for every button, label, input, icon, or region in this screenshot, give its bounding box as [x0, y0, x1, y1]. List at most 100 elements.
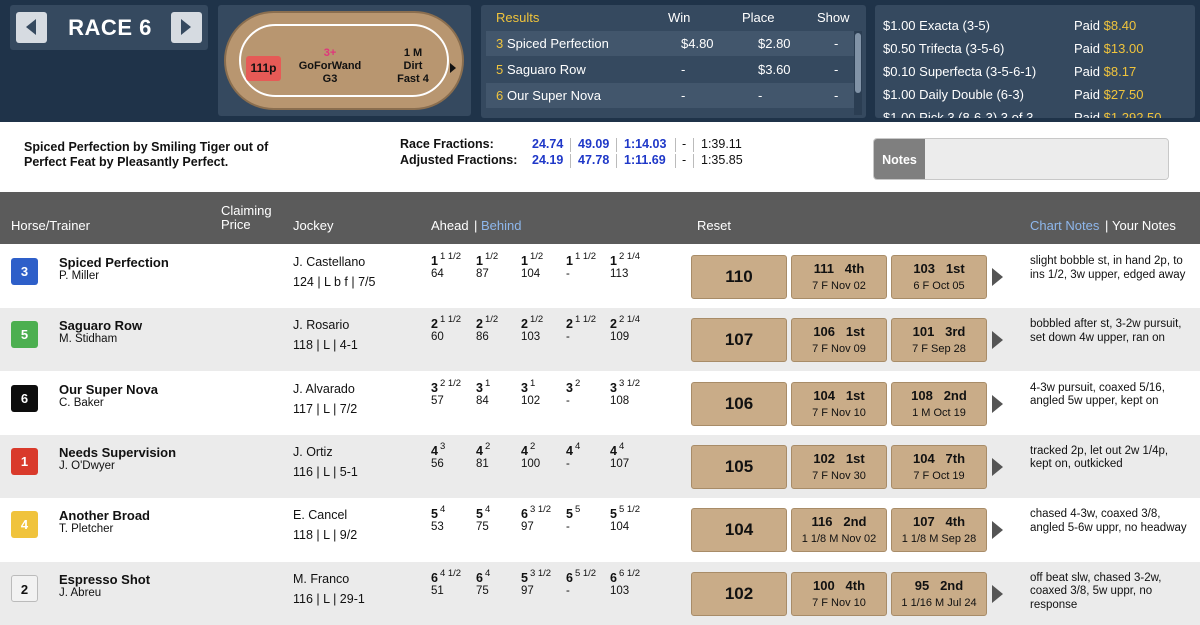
prev-figure-finish: 116 2nd	[811, 514, 867, 530]
results-scrollbar[interactable]	[854, 31, 862, 115]
trainer-name: M. Stidham	[59, 333, 118, 346]
call-pos: 3	[431, 380, 438, 395]
speed-figure-button[interactable]: 110	[691, 255, 787, 299]
expand-arrow-icon[interactable]	[992, 331, 1003, 350]
result-show: -	[834, 62, 839, 77]
weight-meds-odds: 118 | L | 4-1	[293, 338, 358, 353]
call-pos: 6	[566, 570, 573, 585]
call-margin: 1 1/2	[574, 251, 597, 262]
call-pos: 3	[566, 380, 573, 395]
call-margin: 4	[484, 504, 491, 516]
chart-note: slight bobble st, in hand 2p, to ins 1/2…	[1030, 255, 1186, 281]
call-pos: 4	[566, 443, 573, 458]
horse-name[interactable]: Our Super Nova	[59, 382, 158, 397]
speed-figure-button[interactable]: 104	[691, 508, 787, 553]
expand-arrow-icon[interactable]	[992, 394, 1003, 413]
expand-arrow-icon[interactable]	[992, 521, 1003, 540]
horse-name[interactable]: Spiced Perfection	[59, 255, 169, 270]
previous-race-figure[interactable]: 95 2nd 1 1/16 M Jul 24	[891, 571, 987, 616]
notes-input[interactable]	[925, 139, 1168, 179]
call-pos: 6	[476, 570, 483, 585]
exotic-label: $1.00 Daily Double (6-3)	[883, 87, 1024, 102]
previous-race-figure[interactable]: 103 1st 6 F Oct 05	[891, 255, 987, 299]
call-margin: 1/2	[484, 251, 499, 262]
previous-race-figure[interactable]: 116 2nd 1 1/8 M Nov 02	[791, 508, 887, 553]
track-oval-icon: 111p 3+ GoForWand G3 1 M Dirt Fast 4	[224, 11, 464, 110]
result-win: -	[681, 88, 686, 103]
payout-amount: $1,292.50	[1103, 110, 1162, 118]
weight-meds-odds: 124 | L b f | 7/5	[293, 275, 376, 289]
ahead-toggle[interactable]: Ahead	[431, 218, 469, 233]
call-position: 55 1/2 104	[610, 504, 680, 534]
speed-figure-button[interactable]: 102	[691, 571, 787, 616]
next-race-button[interactable]	[171, 12, 202, 43]
weight-meds-odds: 116 | L | 5-1	[293, 464, 358, 479]
horse-name[interactable]: Needs Supervision	[59, 445, 176, 460]
result-horse: Our Super Nova	[507, 88, 601, 103]
expand-arrow-icon[interactable]	[992, 584, 1003, 603]
previous-race-figure[interactable]: 108 2nd 1 M Oct 19	[891, 381, 987, 426]
previous-race-figure[interactable]: 102 1st 7 F Nov 30	[791, 444, 887, 489]
previous-race-figure[interactable]: 106 1st 7 F Nov 09	[791, 318, 887, 363]
trainer-name: J. Abreu	[59, 586, 102, 599]
call-pos: 3	[476, 380, 483, 395]
call-pos: 4	[521, 443, 528, 458]
results-scrollbar-thumb[interactable]	[855, 33, 861, 93]
call-figure: 113	[610, 268, 629, 280]
call-margin: 4	[484, 567, 491, 579]
prev-race-info: 7 F Nov 10	[812, 596, 866, 609]
your-notes-tab[interactable]: Your Notes	[1112, 218, 1176, 233]
prev-figure-finish: 107 4th	[912, 514, 966, 530]
behind-toggle[interactable]: Behind	[481, 218, 521, 233]
previous-race-figure[interactable]: 104 7th 7 F Oct 19	[891, 444, 987, 489]
track-condition: Fast 4	[397, 73, 429, 85]
header-separator: |	[474, 218, 478, 233]
horse-name[interactable]: Another Broad	[59, 508, 150, 523]
exotic-paid: Paid $8.40	[1074, 18, 1136, 33]
fraction-divider	[570, 154, 571, 168]
speed-figure-button[interactable]: 105	[691, 444, 787, 489]
speed-figure-button[interactable]: 107	[691, 318, 787, 363]
results-panel: Results Win Place Show 3 Spiced Perfecti…	[481, 5, 866, 118]
call-margin: 3 1/2	[529, 567, 552, 579]
exotic-row: $1.00 Daily Double (6-3) Paid $27.50	[875, 83, 1195, 106]
horse-row: 1 Needs Supervision J. O'Dwyer J. Ortiz 116 …	[0, 434, 1200, 498]
expand-arrow-icon[interactable]	[992, 268, 1003, 286]
prev-race-info: 7 F Oct 19	[913, 469, 965, 482]
call-margin: 2	[574, 377, 581, 389]
exotic-row: $0.50 Trifecta (3-5-6) Paid $13.00	[875, 37, 1195, 60]
fraction-divider	[616, 154, 617, 168]
result-row: 3 Spiced Perfection $4.80 $2.80 -	[486, 31, 854, 56]
expand-arrow-icon[interactable]	[992, 457, 1003, 476]
paid-label: Paid	[1074, 110, 1101, 118]
adjusted-fraction: 47.78	[578, 153, 610, 167]
call-margin: 4 1/2	[439, 567, 462, 579]
reset-button[interactable]: Reset	[697, 218, 731, 233]
prev-race-info: 1 1/8 M Nov 02	[801, 533, 877, 546]
horse-name[interactable]: Espresso Shot	[59, 572, 150, 587]
previous-race-figure[interactable]: 111 4th 7 F Nov 02	[791, 255, 887, 299]
call-figure: 107	[610, 457, 630, 470]
trainer-name: P. Miller	[59, 270, 100, 282]
call-margin: 1	[484, 377, 491, 389]
post-position-badge: 2	[11, 574, 38, 602]
call-pos: 1	[431, 254, 438, 268]
previous-race-figure[interactable]: 100 4th 7 F Nov 10	[791, 571, 887, 616]
call-figure: 104	[610, 521, 630, 534]
fraction-divider	[675, 154, 676, 168]
speed-figure-button[interactable]: 106	[691, 381, 787, 426]
place-header: Place	[742, 10, 775, 25]
trainer-name: T. Pletcher	[59, 523, 114, 536]
previous-race-figure[interactable]: 101 3rd 7 F Sep 28	[891, 318, 987, 363]
previous-race-figure[interactable]: 107 4th 1 1/8 M Sep 28	[891, 508, 987, 553]
horse-name[interactable]: Saguaro Row	[59, 318, 142, 333]
call-margin: 3 1/2	[618, 377, 641, 389]
chart-notes-tab[interactable]: Chart Notes	[1030, 218, 1099, 233]
jockey-name: J. Castellano	[293, 255, 366, 269]
previous-race-figure[interactable]: 104 1st 7 F Nov 10	[791, 381, 887, 426]
previous-race-button[interactable]	[16, 12, 47, 43]
call-margin: 5	[574, 504, 581, 516]
call-margin: 2 1/4	[618, 314, 641, 326]
call-pos: 6	[431, 570, 438, 585]
horse-row: 3 Spiced Perfection P. Miller J. Castellano…	[0, 245, 1200, 308]
